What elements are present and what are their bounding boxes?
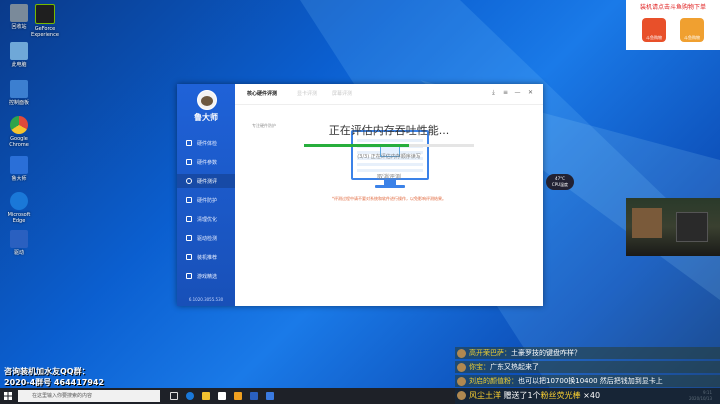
nav-build-recommend[interactable]: 装机推荐 — [177, 250, 235, 264]
version-label: 6.1020.3055.530 — [188, 297, 224, 302]
logo-avatar — [197, 90, 217, 110]
app-taskbar-icon[interactable] — [250, 392, 258, 400]
desktop-icon-this-pc[interactable]: 此电脑 — [2, 42, 36, 68]
cancel-benchmark-button[interactable]: 取消评测 — [235, 172, 543, 181]
close-button[interactable]: ✕ — [527, 89, 534, 96]
nav-games[interactable]: 游戏精选 — [177, 269, 235, 283]
file-explorer-icon[interactable] — [202, 392, 210, 400]
desktop-icon-chrome[interactable]: Google Chrome — [2, 116, 36, 148]
nav-driver-detect[interactable]: 驱动检测 — [177, 231, 235, 245]
danmaku-item: 高开荣巴萨：土豪罗技的键盘咋样？ — [455, 347, 720, 359]
sidebar: 鲁大师 专注硬件防护 硬件体检 硬件参数 硬件测评 硬件防护 清理优化 驱动检测… — [177, 84, 276, 306]
benchmark-window: 鲁大师 专注硬件防护 硬件体检 硬件参数 硬件测评 硬件防护 清理优化 驱动检测… — [177, 84, 543, 306]
store-icon[interactable] — [218, 392, 226, 400]
qq-group-line1: 咨询装机加水友QQ群： — [4, 367, 90, 376]
nav-hardware-params[interactable]: 硬件参数 — [177, 155, 235, 169]
shop-icon-left[interactable]: 斗鱼购物 — [642, 18, 666, 42]
benchmark-icon — [186, 178, 192, 184]
ludashi-taskbar-icon[interactable] — [266, 392, 274, 400]
task-view-icon[interactable] — [170, 392, 178, 400]
tab-gpu-benchmark[interactable]: 显卡评测 — [297, 90, 317, 97]
shield-icon — [186, 197, 192, 203]
checkup-icon — [186, 140, 192, 146]
desktop-icon-control-panel[interactable]: 控制面板 — [2, 80, 36, 106]
promo-title: 装机请点击斗鱼购物下单 — [639, 4, 706, 11]
download-icon[interactable]: ⤓ — [490, 89, 497, 96]
geforce-icon — [35, 4, 55, 24]
menu-icon[interactable]: ≡ — [502, 89, 509, 96]
params-icon — [186, 159, 192, 165]
cpu-temp-widget[interactable]: 47°C CPU温度 — [546, 174, 574, 190]
chrome-icon — [10, 116, 28, 134]
build-icon — [186, 254, 192, 260]
driver-icon — [10, 230, 28, 248]
edge-taskbar-icon[interactable] — [186, 392, 194, 400]
nav-hardware-benchmark[interactable]: 硬件测评 — [177, 174, 235, 188]
nav-cleanup[interactable]: 清理优化 — [177, 212, 235, 226]
desktop-icon-geforce[interactable]: GeForce Experience — [28, 4, 62, 38]
ludashi-icon — [10, 156, 28, 174]
tab-screen-benchmark[interactable]: 屏幕评测 — [332, 90, 352, 97]
mail-icon[interactable] — [234, 392, 242, 400]
nav-hardware-protection[interactable]: 硬件防护 — [177, 193, 235, 207]
shop-icon-right[interactable]: 斗鱼购物 — [680, 18, 704, 42]
danmaku-item: 刘启的颜值粉：也可以把10700换10400 然后把钱加到显卡上 — [455, 375, 720, 387]
computer-icon — [10, 42, 28, 60]
taskbar-search-input[interactable]: 在这里输入你要搜索的内容 — [18, 390, 160, 402]
webcam-overlay — [626, 198, 720, 256]
step-text: (3/3) 正在评估内存顺序读写 — [357, 154, 421, 160]
control-panel-icon — [10, 80, 28, 98]
qq-group-line2: 2020-4群号 464417942 — [4, 378, 105, 387]
desktop-icon-driver[interactable]: 驱动 — [2, 230, 36, 256]
shop-promo[interactable]: 装机请点击斗鱼购物下单 斗鱼购物 斗鱼购物 — [626, 0, 720, 50]
top-bar: 核心硬件评测 显卡评测 屏幕评测 ⤓ ≡ — ✕ — [235, 84, 543, 105]
user-avatar — [457, 376, 466, 386]
user-avatar — [457, 391, 466, 400]
desktop-icon-edge[interactable]: Microsoft Edge — [2, 192, 36, 224]
game-icon — [186, 273, 192, 279]
user-avatar — [457, 348, 466, 358]
progress-bar — [304, 144, 474, 147]
windows-start-icon[interactable] — [4, 392, 12, 400]
recycle-bin-icon — [10, 4, 28, 22]
danmaku-item: 你宝：广东又热起来了 — [455, 361, 720, 373]
nav-hardware-checkup[interactable]: 硬件体检 — [177, 136, 235, 150]
progress-fill — [304, 144, 410, 147]
desktop-icon-ludashi[interactable]: 鲁大师 — [2, 156, 36, 182]
tab-core-benchmark[interactable]: 核心硬件评测 — [247, 90, 277, 97]
minimize-button[interactable]: — — [514, 89, 521, 96]
cleanup-icon — [186, 216, 192, 222]
warning-text: *评测过程中请不要对系统和软件进行操作，以免影响评测结果。 — [332, 196, 446, 201]
app-name: 鲁大师 — [194, 113, 218, 122]
edge-icon — [10, 192, 28, 210]
gift-notification: 风尘土洋 赠送了1个粉丝荧光棒 ×40 — [455, 388, 720, 404]
user-avatar — [457, 362, 466, 372]
status-title: 正在评估内存吞吐性能... — [328, 124, 450, 137]
driver-detect-icon — [186, 235, 192, 241]
